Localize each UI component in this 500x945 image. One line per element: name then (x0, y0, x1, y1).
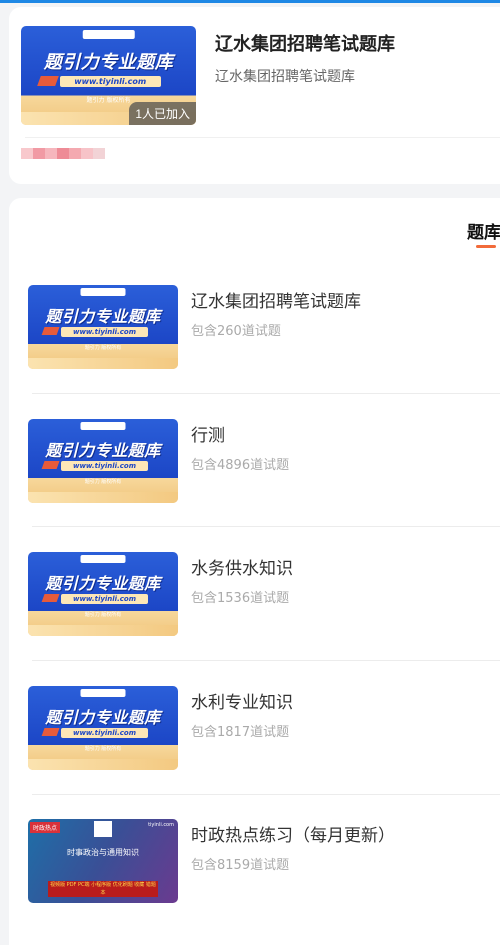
qr-code-icon (94, 821, 112, 837)
cover-brand: 题引力专业题库 (45, 574, 161, 594)
divider (32, 526, 500, 527)
cover-pencil-icon (36, 75, 58, 86)
avatar (93, 148, 105, 159)
cover-url: www.tiyinli.com (59, 75, 161, 88)
avatar (81, 148, 93, 159)
joined-count-badge: 1人已加入 (129, 102, 196, 125)
item-count: 包含1536道试题 (191, 591, 290, 606)
cover-copyright: 题引力 版权所有 (84, 478, 122, 485)
cover-logo (82, 29, 135, 39)
list-item[interactable]: 题引力专业题库 www.tiyinli.com 题引力 版权所有 水务供水知识 … (28, 552, 500, 638)
cover-bottom-band (28, 358, 178, 369)
divider (32, 660, 500, 661)
cover-brand: 题引力专业题库 (43, 51, 174, 73)
cover-bottom-band (28, 625, 178, 636)
item-cover-image: 题引力专业题库 www.tiyinli.com 题引力 版权所有 (28, 552, 178, 636)
cover-title: 时事政治与通用知识 (67, 848, 139, 857)
tab-active-indicator (476, 245, 496, 248)
item-name: 辽水集团招聘笔试题库 (191, 292, 361, 312)
cover-logo (80, 288, 126, 296)
item-name: 水利专业知识 (191, 693, 293, 713)
cover-brand: 题引力专业题库 (45, 441, 161, 461)
item-cover-image: 题引力专业题库 www.tiyinli.com 题引力 版权所有 (28, 686, 178, 770)
cover-bottom-band (28, 492, 178, 503)
cover-pencil-icon (41, 594, 60, 603)
member-avatars[interactable] (21, 148, 105, 159)
cover-pencil-icon (41, 461, 60, 470)
top-accent-bar (0, 0, 500, 3)
cover-url: www.tiyinli.com (61, 594, 148, 605)
avatar (21, 148, 33, 159)
cover-logo (80, 422, 126, 430)
cover-logo (80, 555, 126, 563)
item-count: 包含4896道试题 (191, 458, 290, 473)
cover-pencil-icon (41, 327, 60, 336)
cover-url: www.tiyinli.com (61, 728, 148, 739)
list-item[interactable]: 题引力专业题库 www.tiyinli.com 题引力 版权所有 辽水集团招聘笔… (28, 285, 500, 371)
list-item[interactable]: 题引力专业题库 www.tiyinli.com 题引力 版权所有 行测 包含48… (28, 419, 500, 505)
bank-title: 辽水集团招聘笔试题库 (215, 34, 395, 55)
cover-pencil-icon (41, 728, 60, 737)
item-cover-image: 题引力专业题库 www.tiyinli.com 题引力 版权所有 (28, 285, 178, 369)
cover-brand: 题引力专业题库 (45, 708, 161, 728)
item-cover-image: 时政热点 tiyinli.com 时事政治与通用知识 视频版 PDF PC端 小… (28, 819, 178, 903)
bank-cover-image: 题引力专业题库 www.tiyinli.com 题引力 版权所有 1人已加入 (21, 26, 196, 125)
cover-url: www.tiyinli.com (61, 461, 148, 472)
cover-brand: 题引力专业题库 (45, 307, 161, 327)
cover-copyright: 题引力 版权所有 (84, 745, 122, 752)
cover-url: www.tiyinli.com (61, 327, 148, 338)
divider (32, 393, 500, 394)
avatar (45, 148, 57, 159)
list-item[interactable]: 时政热点 tiyinli.com 时事政治与通用知识 视频版 PDF PC端 小… (28, 819, 500, 905)
cover-bottom-band (28, 759, 178, 770)
cover-logo (80, 689, 126, 697)
list-item[interactable]: 题引力专业题库 www.tiyinli.com 题引力 版权所有 水利专业知识 … (28, 686, 500, 772)
item-count: 包含1817道试题 (191, 725, 290, 740)
cover-tag: 时政热点 (30, 822, 61, 833)
item-name: 水务供水知识 (191, 559, 293, 579)
item-name: 行测 (191, 426, 225, 446)
bank-subtitle: 辽水集团招聘笔试题库 (215, 69, 355, 85)
cover-feature-box: 视频版 PDF PC端 小程序版 优化刷题 收藏 错题本 (48, 881, 158, 897)
avatar (57, 148, 69, 159)
avatar (33, 148, 45, 159)
cover-copyright: 题引力 版权所有 (84, 611, 122, 618)
divider (25, 137, 500, 138)
item-count: 包含260道试题 (191, 324, 281, 339)
cover-site: tiyinli.com (148, 822, 174, 828)
item-name: 时政热点练习（每月更新） (191, 826, 395, 846)
divider (32, 794, 500, 795)
tab-question-bank[interactable]: 题库 (467, 218, 500, 243)
item-count: 包含8159道试题 (191, 858, 290, 873)
cover-copyright: 题引力 版权所有 (84, 344, 122, 351)
avatar (69, 148, 81, 159)
item-cover-image: 题引力专业题库 www.tiyinli.com 题引力 版权所有 (28, 419, 178, 503)
